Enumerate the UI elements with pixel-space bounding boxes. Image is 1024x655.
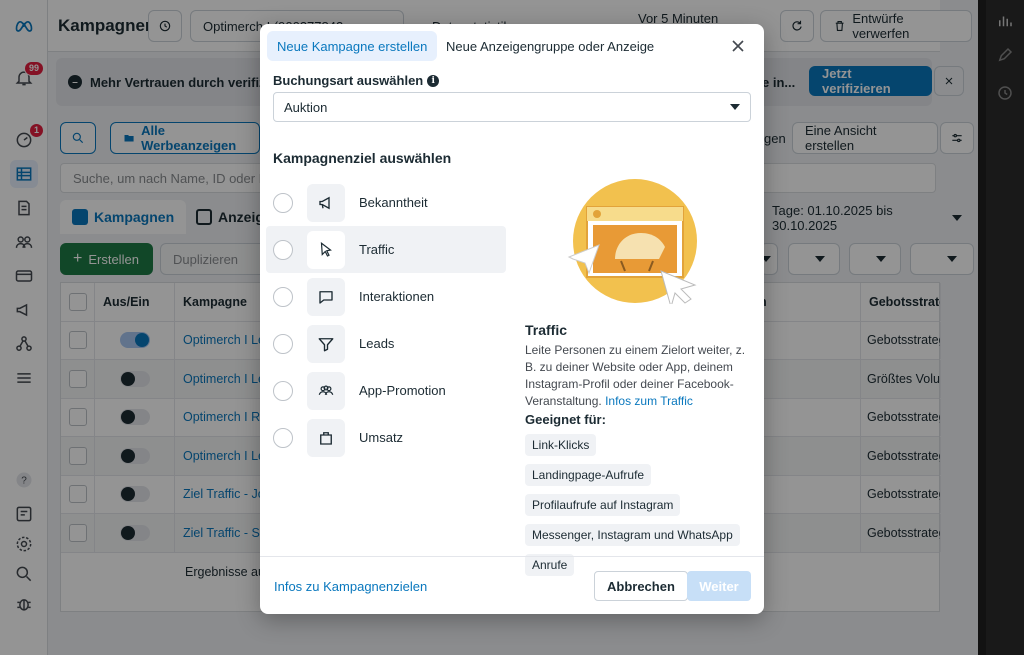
- objective-heading: Kampagnenziel auswählen: [273, 150, 452, 166]
- objective-option-leads[interactable]: Leads: [266, 320, 506, 367]
- buying-type-value: Auktion: [284, 99, 328, 115]
- dialog-footer: Infos zu Kampagnenzielen Abbrechen Weite…: [260, 556, 764, 614]
- funnel-icon: [307, 324, 345, 363]
- traffic-info-link[interactable]: Infos zum Traffic: [605, 394, 693, 408]
- suited-for-chip: Profilaufrufe auf Instagram: [525, 494, 681, 516]
- cursor-icon: [307, 230, 345, 269]
- objective-radio[interactable]: [273, 286, 293, 307]
- info-icon[interactable]: i: [427, 74, 440, 87]
- objective-detail-title: Traffic: [525, 322, 568, 338]
- suited-for-chip: Messenger, Instagram und WhatsApp: [525, 524, 740, 546]
- chevron-down-icon: [730, 104, 740, 110]
- objective-radio[interactable]: [273, 333, 293, 354]
- objective-option-traffic[interactable]: Traffic: [266, 226, 506, 273]
- shopping-bag-icon: [307, 418, 345, 457]
- tab-new-campaign[interactable]: Neue Kampagne erstellen: [267, 31, 438, 61]
- suited-for-label: Geeignet für:: [525, 412, 606, 427]
- buying-type-label-row: Buchungsart auswählen i: [273, 73, 440, 88]
- objective-option-umsatz[interactable]: Umsatz: [266, 414, 506, 461]
- objective-label: Leads: [359, 336, 395, 351]
- traffic-illustration: [567, 179, 697, 304]
- cancel-button[interactable]: Abbrechen: [594, 571, 688, 601]
- buying-type-label: Buchungsart auswählen: [273, 73, 424, 88]
- objective-label: Umsatz: [359, 430, 404, 445]
- objective-radio[interactable]: [273, 192, 293, 213]
- tab-new-adset-or-ad[interactable]: Neue Anzeigengruppe oder Anzeige: [436, 31, 664, 61]
- objective-radio[interactable]: [273, 239, 293, 260]
- objective-option-app-promotion[interactable]: App-Promotion: [266, 367, 506, 414]
- objectives-info-link[interactable]: Infos zu Kampagnenzielen: [274, 579, 427, 594]
- suited-for-chip: Link-Klicks: [525, 434, 597, 456]
- objective-detail-description: Leite Personen zu einem Zielort weiter, …: [525, 342, 750, 410]
- chat-bubble-icon: [307, 277, 345, 316]
- objective-radio[interactable]: [273, 380, 293, 401]
- objective-label: Bekanntheit: [359, 195, 428, 210]
- objective-radio[interactable]: [273, 427, 293, 448]
- close-icon: [732, 40, 744, 52]
- people-icon: [307, 371, 345, 410]
- next-button[interactable]: Weiter: [687, 571, 751, 601]
- objective-option-bekanntheit[interactable]: Bekanntheit: [266, 179, 506, 226]
- megaphone-icon: [307, 183, 345, 222]
- objective-label: Traffic: [359, 242, 395, 257]
- objective-list: Bekanntheit Traffic Interaktionen Leads App-…: [266, 179, 506, 461]
- objective-label: App-Promotion: [359, 383, 446, 398]
- create-campaign-dialog: Neue Kampagne erstellen Neue Anzeigengru…: [260, 24, 764, 614]
- suited-for-chip: Landingpage-Aufrufe: [525, 464, 652, 486]
- objective-label: Interaktionen: [359, 289, 435, 304]
- dialog-close-button[interactable]: [728, 36, 748, 56]
- objective-option-interaktionen[interactable]: Interaktionen: [266, 273, 506, 320]
- buying-type-select[interactable]: Auktion: [273, 92, 751, 122]
